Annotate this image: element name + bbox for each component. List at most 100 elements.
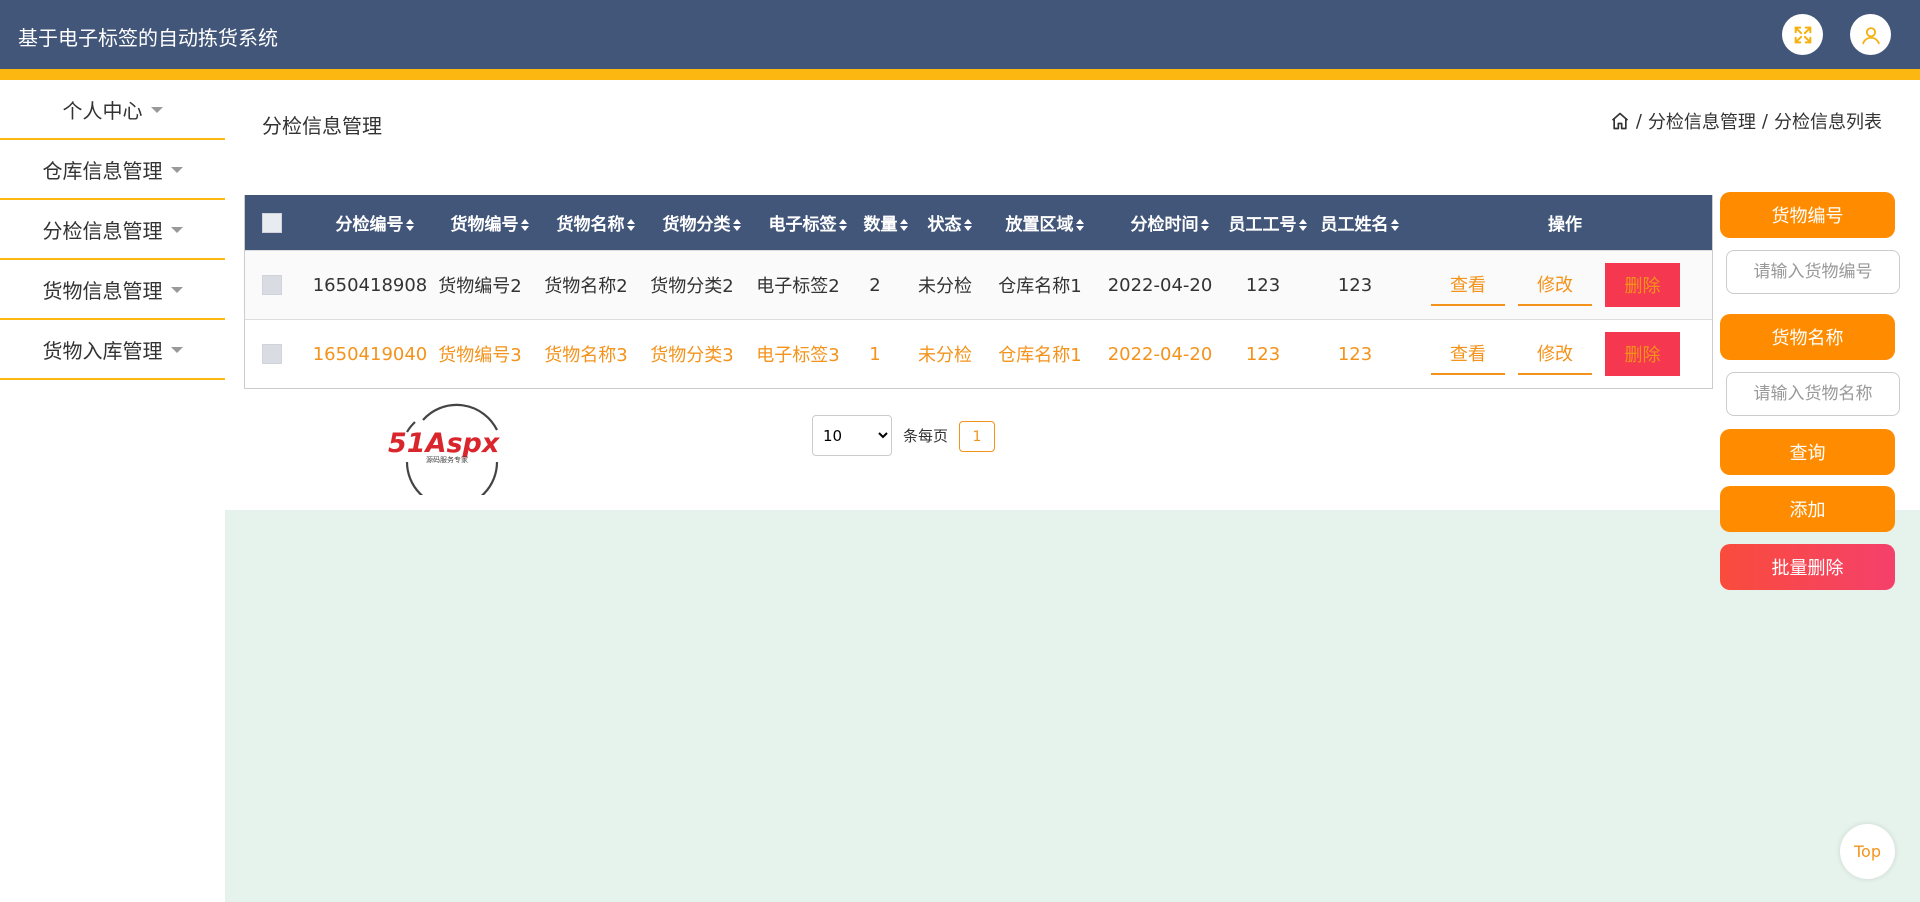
cell-sort-time: 2022-04-20	[1107, 274, 1213, 296]
sidebar-item-goods[interactable]: 货物信息管理	[0, 260, 225, 320]
cell-sort-time: 2022-04-20	[1107, 343, 1213, 365]
sidebar-item-label: 分检信息管理	[42, 218, 163, 243]
column-header-sort-no[interactable]: 分检编号	[320, 210, 430, 235]
query-button[interactable]: 查询	[1720, 429, 1895, 475]
sort-icon	[405, 219, 415, 231]
sidebar-item-label: 货物入库管理	[42, 338, 163, 363]
sidebar-item-label: 货物信息管理	[42, 278, 163, 303]
sidebar: 个人中心 仓库信息管理 分检信息管理 货物信息管理 货物入库管理	[0, 80, 225, 902]
cell-staff-name: 123	[1337, 343, 1373, 365]
cell-goods-category: 货物分类3	[650, 345, 734, 366]
sort-icon	[1200, 219, 1210, 231]
user-icon	[1861, 26, 1880, 44]
cell-sort-no: 1650418908	[312, 274, 428, 296]
cell-staff-no: 123	[1245, 274, 1281, 296]
column-label: 电子标签	[768, 215, 837, 235]
cell-goods-name: 货物名称2	[544, 276, 628, 297]
user-button[interactable]	[1850, 14, 1891, 55]
sidebar-item-goods-inbound[interactable]: 货物入库管理	[0, 320, 225, 380]
sidebar-item-label: 个人中心	[62, 98, 143, 123]
column-label: 分检编号	[335, 215, 404, 235]
expand-icon	[1794, 26, 1811, 43]
row-checkbox[interactable]	[262, 344, 282, 364]
sidebar-item-sorting[interactable]: 分检信息管理	[0, 200, 225, 260]
cell-sort-no: 1650419040	[312, 343, 428, 365]
column-label: 货物编号	[450, 215, 519, 235]
select-all-checkbox[interactable]	[262, 212, 282, 233]
goods-name-input[interactable]	[1726, 372, 1900, 416]
column-header-goods-category[interactable]: 货物分类	[647, 210, 757, 235]
top-header: 基于电子标签的自动拣货系统	[0, 0, 1920, 69]
caret-down-icon	[170, 167, 183, 173]
column-label: 状态	[927, 215, 962, 235]
caret-down-icon	[170, 347, 183, 353]
caret-down-icon	[170, 287, 183, 293]
cell-goods-category: 货物分类2	[650, 276, 734, 297]
sidebar-item-personal-center[interactable]: 个人中心	[0, 80, 225, 140]
goods-no-label-button[interactable]: 货物编号	[1720, 192, 1895, 238]
goods-no-input[interactable]	[1726, 250, 1900, 294]
cell-staff-no: 123	[1245, 343, 1281, 365]
header-accent-stripe	[0, 69, 1920, 80]
edit-button[interactable]: 修改	[1518, 264, 1592, 306]
page-size-select[interactable]: 10	[812, 415, 892, 456]
sort-icon	[520, 219, 530, 231]
column-label: 货物名称	[556, 215, 625, 235]
breadcrumb: / 分检信息管理 / 分检信息列表	[1610, 108, 1882, 134]
column-label: 员工工号	[1228, 215, 1297, 235]
column-header-goods-no[interactable]: 货物编号	[435, 210, 545, 235]
column-header-status[interactable]: 状态	[915, 210, 985, 235]
cell-e-tag: 电子标签3	[756, 345, 840, 366]
sidebar-item-warehouse[interactable]: 仓库信息管理	[0, 140, 225, 200]
sorting-table: 分检编号 货物编号 货物名称 货物分类 电子标签 数量 状态 放置区域 分检时间…	[244, 195, 1713, 389]
cell-area: 仓库名称1	[998, 345, 1082, 366]
sort-icon	[1075, 219, 1085, 231]
cell-e-tag: 电子标签2	[756, 276, 840, 297]
table-row: 1650418908 货物编号2 货物名称2 货物分类2 电子标签2 2 未分检…	[245, 250, 1712, 319]
page-number-button[interactable]: 1	[959, 421, 995, 452]
table-row: 1650419040 货物编号3 货物名称3 货物分类3 电子标签3 1 未分检…	[245, 319, 1712, 388]
breadcrumb-level1[interactable]: 分检信息管理	[1648, 108, 1756, 134]
column-label: 分检时间	[1130, 215, 1199, 235]
view-button[interactable]: 查看	[1431, 264, 1505, 306]
sort-icon	[732, 219, 742, 231]
add-button[interactable]: 添加	[1720, 486, 1895, 532]
batch-delete-button[interactable]: 批量删除	[1720, 544, 1895, 590]
logo-subtext: 源码服务专家	[426, 455, 468, 464]
51aspx-logo: 51Aspx 源码服务专家	[388, 403, 501, 495]
cell-status: 未分检	[918, 276, 972, 297]
cell-goods-name: 货物名称3	[544, 345, 628, 366]
per-page-label: 条每页	[903, 427, 949, 445]
sidebar-item-label: 仓库信息管理	[42, 158, 163, 183]
column-header-goods-name[interactable]: 货物名称	[541, 210, 651, 235]
fullscreen-button[interactable]	[1782, 14, 1823, 55]
page-title: 分检信息管理	[262, 114, 382, 138]
caret-down-icon	[150, 107, 163, 113]
column-header-staff-name[interactable]: 员工姓名	[1305, 210, 1415, 235]
cell-goods-no: 货物编号2	[438, 276, 522, 297]
delete-button[interactable]: 删除	[1605, 332, 1680, 376]
column-header-actions: 操作	[1548, 215, 1582, 235]
column-header-quantity[interactable]: 数量	[851, 210, 921, 235]
breadcrumb-separator: /	[1761, 110, 1768, 132]
breadcrumb-level2: 分检信息列表	[1774, 112, 1882, 133]
delete-button[interactable]: 删除	[1605, 263, 1680, 307]
edit-button[interactable]: 修改	[1518, 333, 1592, 375]
app-title: 基于电子标签的自动拣货系统	[18, 26, 278, 50]
column-label: 放置区域	[1005, 215, 1074, 235]
home-icon[interactable]	[1610, 111, 1630, 131]
sort-icon	[963, 219, 973, 231]
cell-quantity: 2	[869, 274, 881, 296]
column-header-area[interactable]: 放置区域	[990, 210, 1100, 235]
column-header-e-tag[interactable]: 电子标签	[753, 210, 863, 235]
goods-name-label-button[interactable]: 货物名称	[1720, 314, 1895, 360]
caret-down-icon	[170, 227, 183, 233]
row-checkbox[interactable]	[262, 275, 282, 295]
view-button[interactable]: 查看	[1431, 333, 1505, 375]
cell-status: 未分检	[918, 345, 972, 366]
column-label: 数量	[863, 215, 898, 235]
back-to-top-button[interactable]: Top	[1840, 824, 1895, 879]
logo-mark: 51Aspx	[388, 428, 501, 459]
sort-icon	[626, 219, 636, 231]
cell-area: 仓库名称1	[998, 276, 1082, 297]
